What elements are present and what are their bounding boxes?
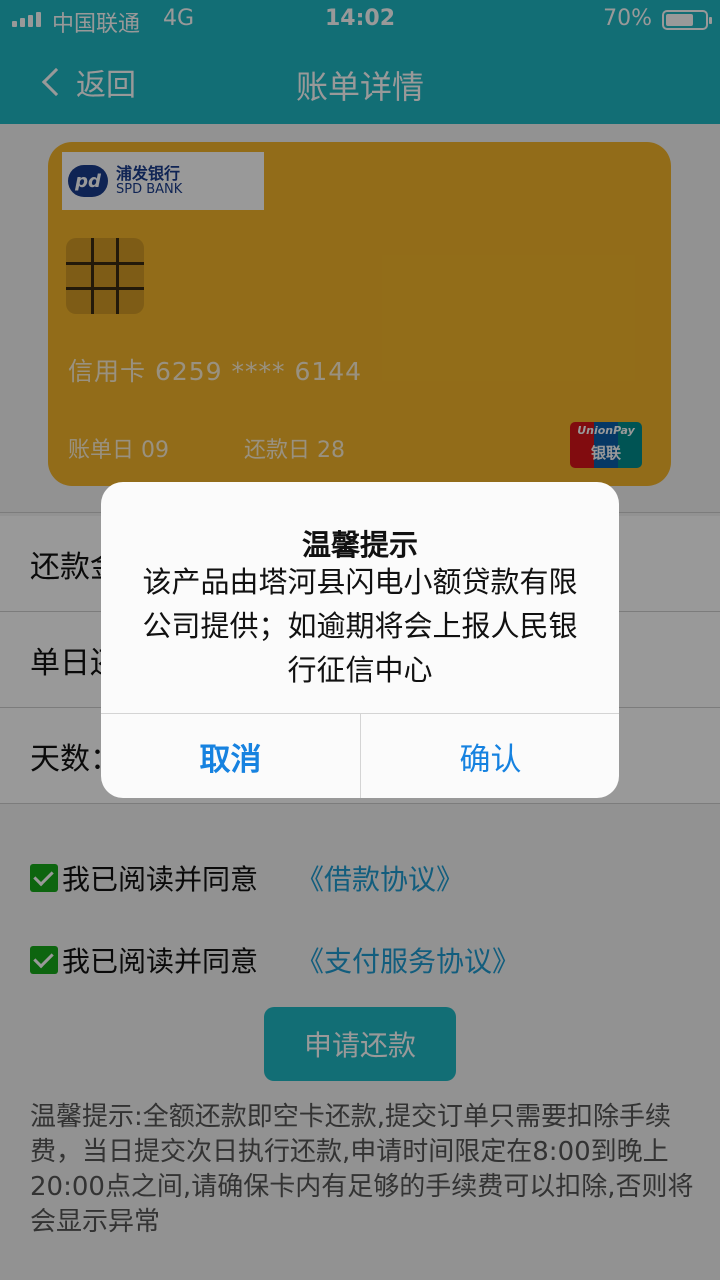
dialog-title: 温馨提示 — [301, 528, 418, 562]
dialog-message: 该产品由塔河县闪电小额贷款有限公司提供；如逾期将会上报人民银行征信中心 — [142, 565, 578, 687]
confirm-button[interactable]: 确认 — [361, 714, 619, 798]
cancel-button[interactable]: 取消 — [101, 714, 360, 798]
alert-dialog: 温馨提示 该产品由塔河县闪电小额贷款有限公司提供；如逾期将会上报人民银行征信中心… — [101, 482, 619, 798]
